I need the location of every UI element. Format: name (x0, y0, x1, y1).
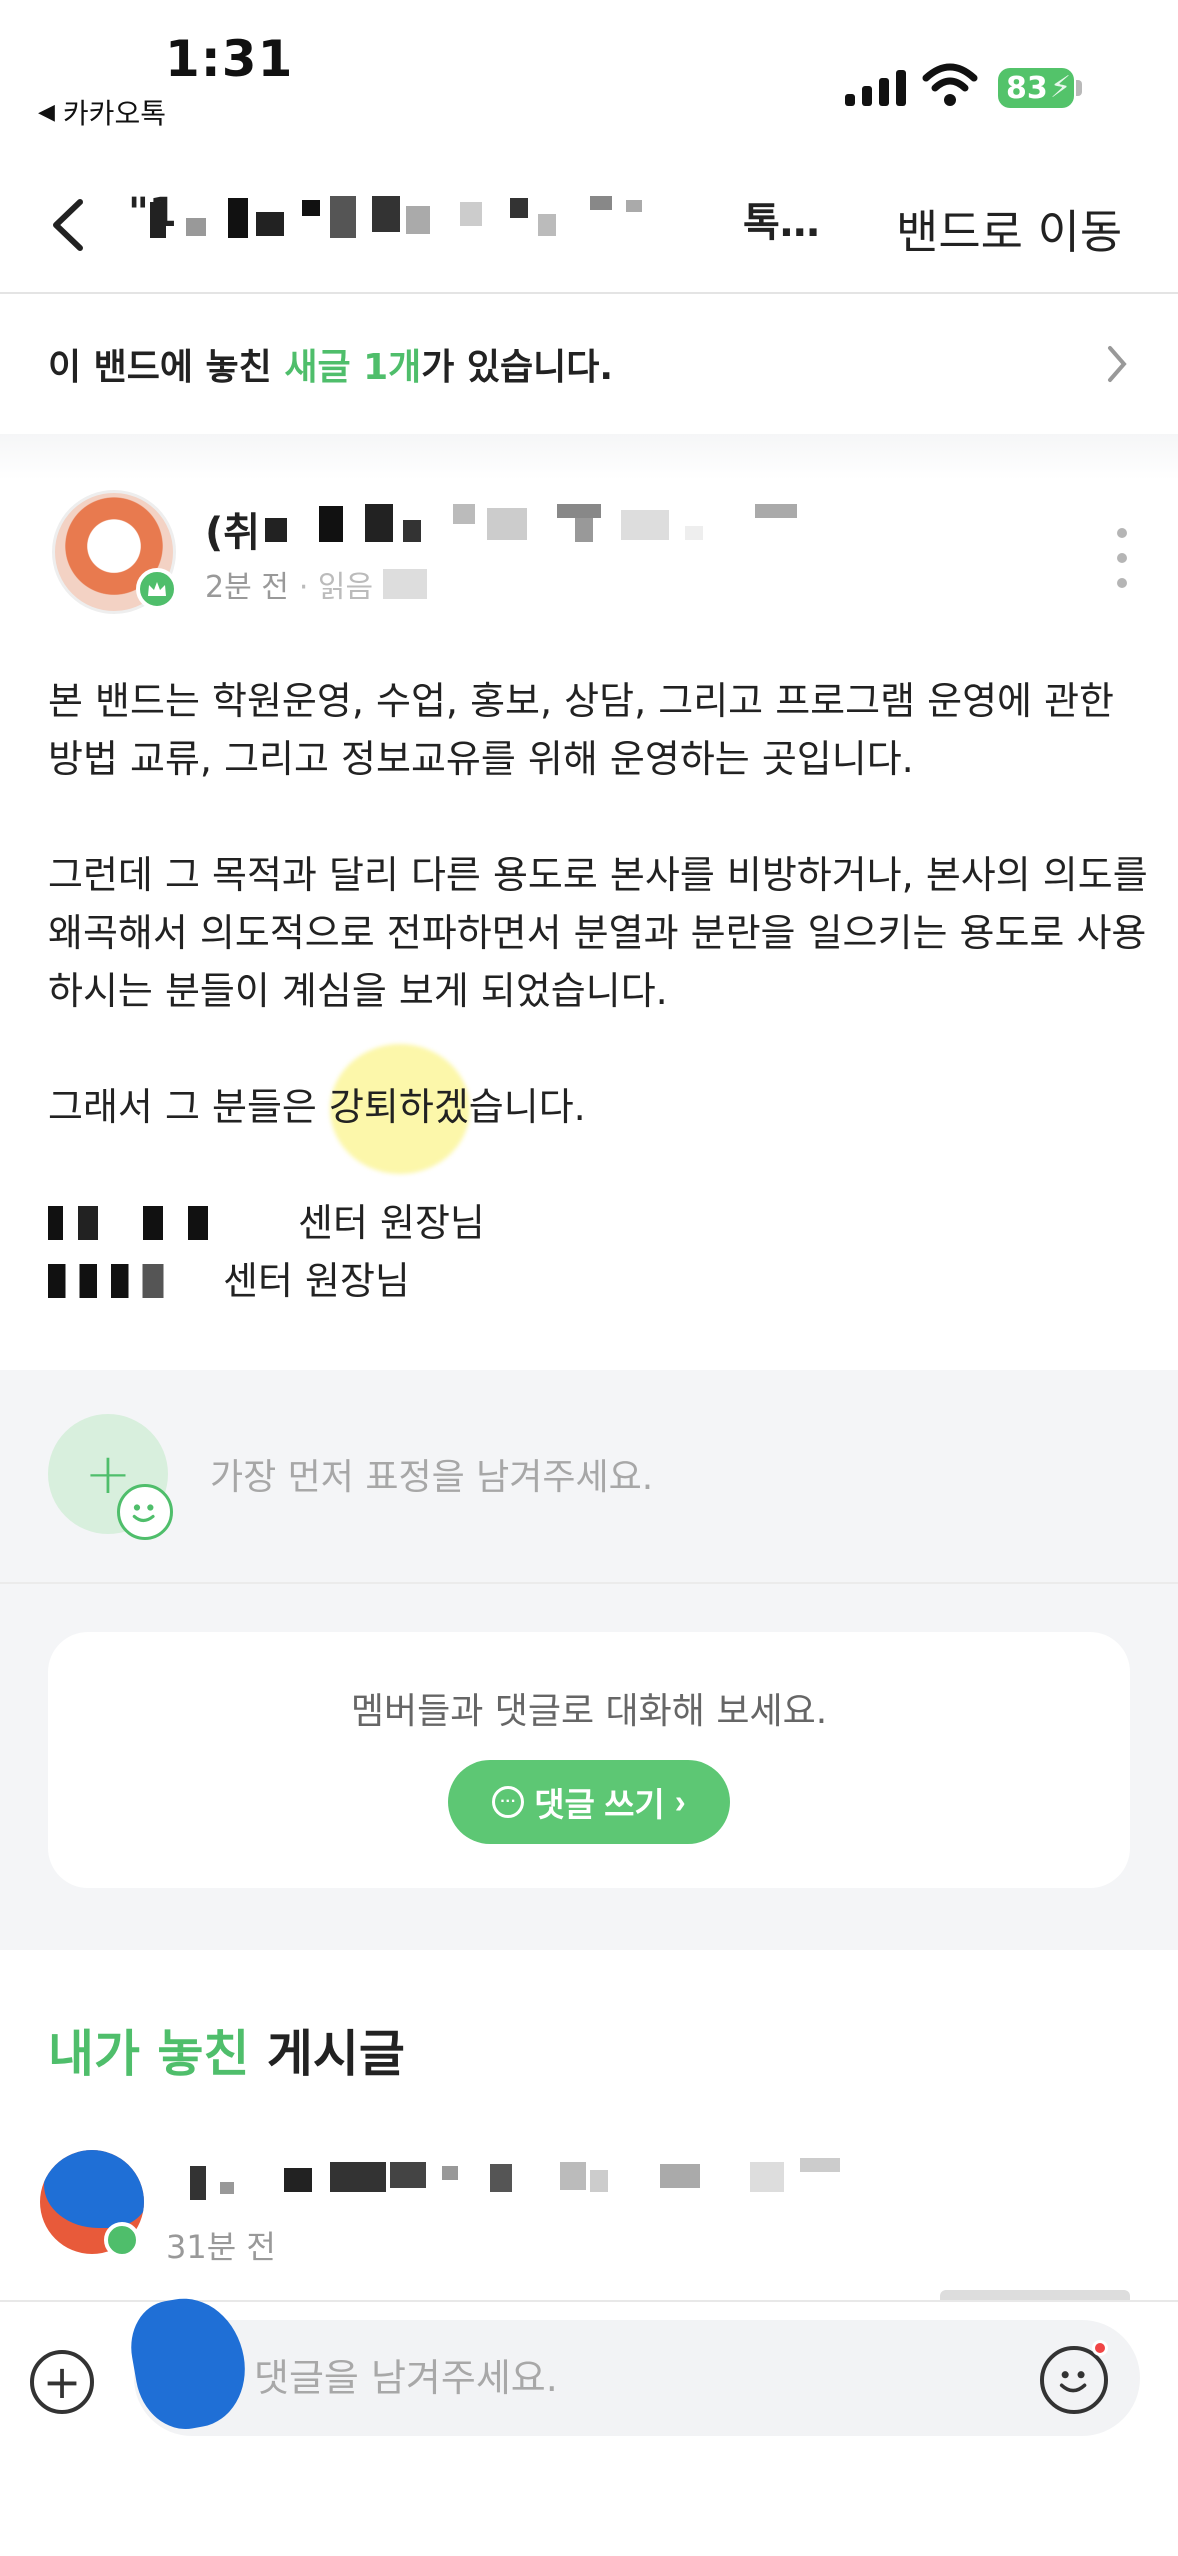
banner-text: 이 밴드에 놓친 새글 1개가 있습니다. (48, 338, 613, 390)
comment-prompt: 멤버들과 댓글로 대화해 보세요. (350, 1691, 828, 1732)
charging-bolt-icon: ⚡ (1050, 70, 1072, 105)
battery-tip (1076, 80, 1082, 96)
scribble-overlay (44, 2150, 144, 2228)
notification-dot (1092, 2340, 1108, 2356)
redacted-missed-author[interactable] (180, 2158, 900, 2204)
redacted-center-1 (48, 1206, 298, 1240)
crown-badge-icon (104, 2222, 140, 2258)
signature-line-1: 센터 원장님 (48, 1194, 1148, 1252)
post-meta: 2분 전 · 읽음 (205, 562, 428, 606)
missed-title-highlight: 내가 놓친 (48, 2025, 250, 2083)
chat-bubble-icon: ··· (492, 1786, 525, 1818)
title-suffix: 톡… (743, 200, 820, 246)
post-paragraph-2: 그런데 그 목적과 달리 다른 용도로 본사를 비방하거나, 본사의 의도를 왜… (48, 853, 1148, 1013)
redacted-title (150, 196, 642, 238)
chevron-left-icon[interactable] (40, 190, 100, 260)
author-prefix: (취 (205, 510, 261, 556)
more-vertical-icon[interactable] (1112, 528, 1132, 588)
back-triangle-icon: ◀ (38, 99, 55, 125)
write-comment-button[interactable]: ··· 댓글 쓰기 › (448, 1760, 730, 1844)
post-body: 본 밴드는 학원운영, 수업, 홍보, 상담, 그리고 프로그램 운영에 관한 … (48, 672, 1148, 1310)
move-to-band-button[interactable]: 밴드로 이동 (896, 196, 1122, 262)
missed-posts-title: 내가 놓친 게시글 (48, 2014, 405, 2086)
smile-icon (117, 1484, 173, 1540)
author-name[interactable]: (취 (205, 500, 945, 556)
missed-posts-banner[interactable]: 이 밴드에 놓친 새글 1개가 있습니다. (0, 294, 1178, 434)
back-to-app-link[interactable]: ◀ 카카오톡 (38, 92, 166, 132)
section-gap (0, 434, 1178, 480)
missed-post-thumbnail[interactable] (940, 2290, 1130, 2300)
back-app-label: 카카오톡 (62, 97, 166, 130)
comment-input[interactable] (134, 2320, 1140, 2436)
post-paragraph-3: 그래서 그 분들은 강퇴하겠습니다. (48, 1085, 586, 1129)
cellular-signal-icon (845, 70, 906, 106)
post-paragraph-1: 본 밴드는 학원운영, 수업, 홍보, 상담, 그리고 프로그램 운영에 관한 … (48, 679, 1114, 781)
banner-prefix: 이 밴드에 놓친 (48, 347, 285, 388)
banner-highlight: 새글 1개 (284, 347, 422, 388)
redacted-center-2 (48, 1264, 223, 1298)
redacted-count (383, 569, 428, 599)
missed-post-time: 31분 전 (166, 2228, 276, 2266)
write-comment-label: 댓글 쓰기 (534, 1786, 665, 1823)
wifi-icon (922, 63, 978, 106)
signature-1-text: 센터 원장님 (298, 1201, 485, 1245)
chevron-right-icon: › (674, 1783, 686, 1820)
band-title: "1 톡… (128, 190, 828, 250)
signature-line-2: 센터 원장님 (48, 1252, 1148, 1310)
emoji-icon[interactable] (1040, 2346, 1108, 2414)
missed-title-rest: 게시글 (249, 2025, 405, 2083)
status-time: 1:31 (165, 30, 294, 88)
chevron-right-icon (1108, 346, 1127, 382)
post-time: 2분 전 (205, 570, 289, 605)
banner-suffix: 가 있습니다. (421, 347, 614, 388)
reaction-prompt: 가장 먼저 표정을 남겨주세요. (210, 1457, 654, 1498)
plus-circle-icon[interactable]: + (30, 2350, 94, 2414)
post-read: · 읽음 (298, 570, 374, 605)
crown-badge-icon (136, 568, 178, 610)
battery-level: 83 (1006, 70, 1048, 106)
signature-2-text: 센터 원장님 (223, 1259, 410, 1303)
redacted-author (265, 504, 797, 542)
